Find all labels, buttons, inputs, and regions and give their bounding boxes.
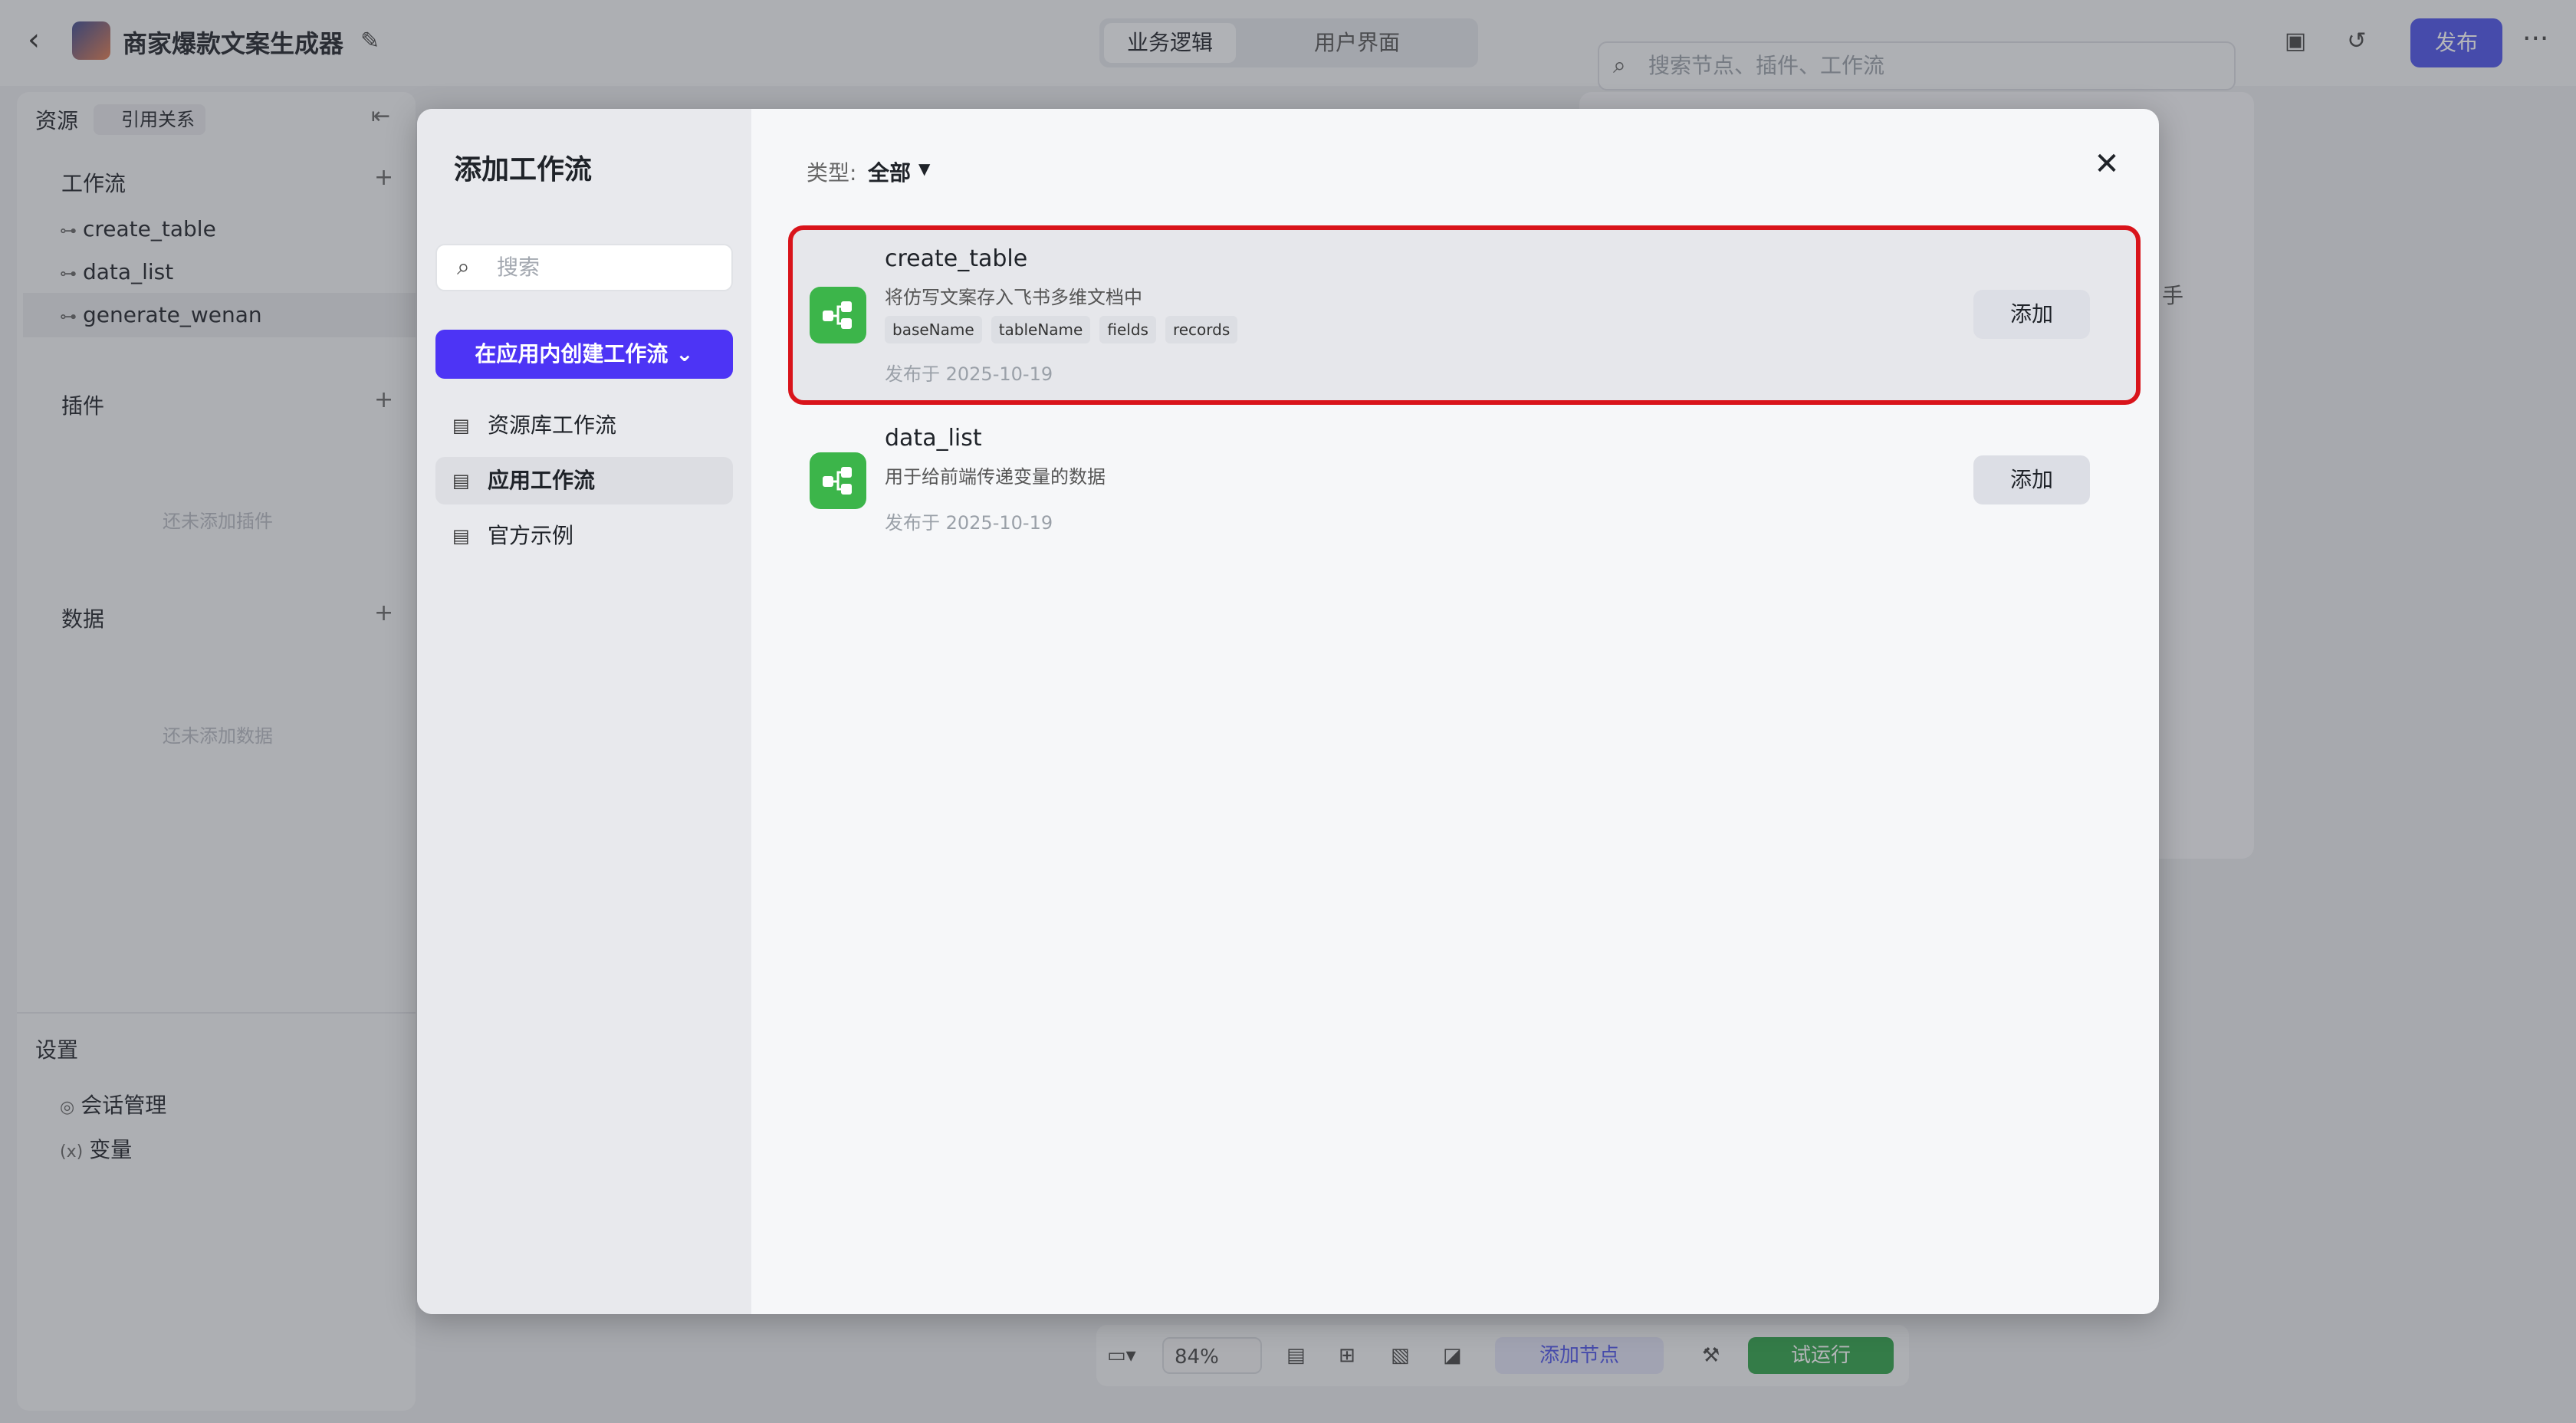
- param-tag: tableName: [991, 316, 1091, 343]
- type-filter-label: 类型:: [807, 160, 857, 186]
- dialog-sidebar: 添加工作流 ⌕ 搜索 在应用内创建工作流 ⌄ ▤ 资源库工作流 ▤ 应用工作流 …: [417, 109, 751, 1314]
- add-create-table-button[interactable]: 添加: [1973, 290, 2090, 339]
- workflow-icon: [810, 287, 866, 343]
- caret-down-icon[interactable]: ▼: [918, 159, 930, 178]
- param-tag: records: [1165, 316, 1238, 343]
- add-workflow-dialog: 添加工作流 ⌕ 搜索 在应用内创建工作流 ⌄ ▤ 资源库工作流 ▤ 应用工作流 …: [417, 109, 2159, 1314]
- book-icon: ▤: [452, 525, 470, 547]
- nav-official-examples[interactable]: ▤ 官方示例: [435, 512, 733, 560]
- search-icon: ⌕: [457, 254, 470, 281]
- create-workflow-button[interactable]: 在应用内创建工作流 ⌄: [435, 330, 733, 379]
- type-filter-select[interactable]: 全部: [868, 156, 911, 187]
- nav-label: 资源库工作流: [488, 412, 617, 438]
- workflow-description: 用于给前端传递变量的数据: [885, 466, 1106, 488]
- workflow-name: create_table: [885, 245, 1028, 272]
- nav-app-workflows[interactable]: ▤ 应用工作流: [435, 457, 733, 504]
- workflow-search-input[interactable]: ⌕ 搜索: [435, 244, 733, 291]
- param-tag: baseName: [885, 316, 982, 343]
- workflow-card-data-list[interactable]: data_list 用于给前端传递变量的数据 发布于 2025-10-19 添加: [793, 414, 2136, 584]
- book-icon: ▤: [452, 415, 470, 436]
- nav-label: 官方示例: [488, 523, 574, 548]
- dialog-title: 添加工作流: [454, 154, 593, 186]
- workflow-icon: [810, 452, 866, 509]
- param-tag: fields: [1099, 316, 1156, 343]
- book-icon: ▤: [452, 470, 470, 491]
- close-icon[interactable]: ✕: [2090, 147, 2124, 181]
- publish-date: 发布于 2025-10-19: [885, 363, 1053, 385]
- workflow-description: 将仿写文案存入飞书多维文档中: [885, 287, 1142, 308]
- publish-date: 发布于 2025-10-19: [885, 512, 1053, 534]
- workflow-card-create-table[interactable]: create_table 将仿写文案存入飞书多维文档中 baseName tabl…: [788, 225, 2141, 405]
- chevron-down-icon: ⌄: [675, 341, 694, 366]
- nav-library-workflows[interactable]: ▤ 资源库工作流: [435, 402, 733, 449]
- create-workflow-label: 在应用内创建工作流: [475, 341, 669, 366]
- nav-label: 应用工作流: [488, 468, 596, 493]
- workflow-search-placeholder: 搜索: [497, 255, 540, 280]
- workflow-name: data_list: [885, 425, 982, 452]
- param-tags: baseName tableName fields records: [885, 316, 1247, 343]
- add-data-list-button[interactable]: 添加: [1973, 455, 2090, 504]
